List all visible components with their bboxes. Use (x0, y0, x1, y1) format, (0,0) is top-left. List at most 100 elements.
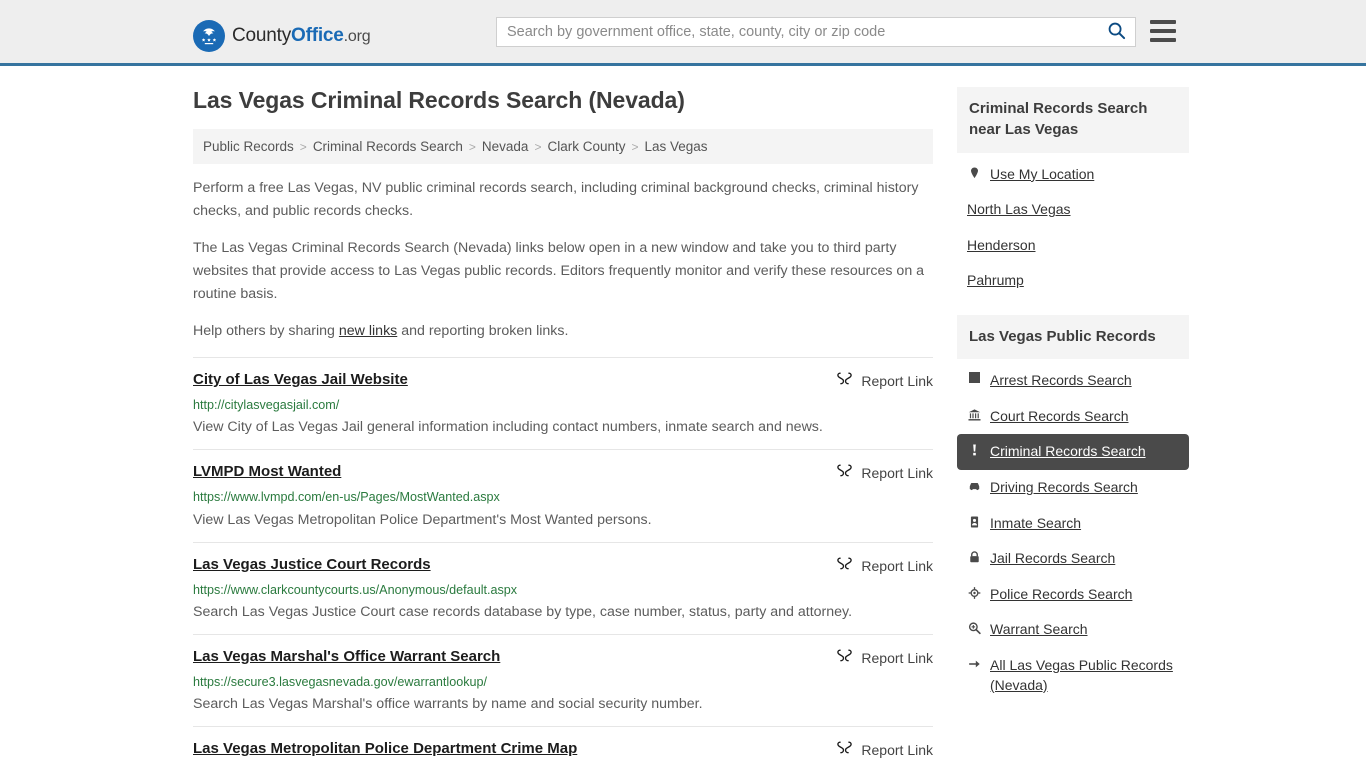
breadcrumb: Public Records > Criminal Records Search > N… (193, 129, 933, 164)
search-zoom-icon (967, 620, 982, 635)
site-header: CountyOffice.org (0, 0, 1366, 66)
result-item: LVMPD Most Wanted Report Link https://www.… (193, 449, 933, 541)
breadcrumb-separator: > (534, 139, 542, 154)
broken-link-icon (836, 647, 853, 669)
breadcrumb-separator: > (299, 139, 307, 154)
records-item-driving-records-search[interactable]: Driving Records Search (957, 470, 1189, 506)
search-bar[interactable] (496, 17, 1136, 47)
nearby-list: Use My Location North Las Vegas Henderson P… (957, 153, 1189, 299)
result-title-link[interactable]: Las Vegas Marshal's Office Warrant Searc… (193, 647, 500, 667)
nearby-searches-panel: Criminal Records Search near Las Vegas U… (957, 87, 1189, 299)
lock-icon (970, 551, 979, 563)
site-logo[interactable]: CountyOffice.org (193, 20, 371, 52)
breadcrumb-item-3[interactable]: Nevada (482, 139, 529, 154)
map-pin-icon (971, 167, 978, 178)
broken-link-icon (836, 739, 853, 761)
breadcrumb-item-2[interactable]: Criminal Records Search (313, 139, 463, 154)
report-link-button[interactable]: Report Link (816, 647, 933, 669)
result-url: https://www.clarkcountycourts.us/Anonymo… (193, 582, 518, 597)
records-item-all-las-vegas-public-records-nevada[interactable]: All Las Vegas Public Records (Nevada) (957, 648, 1189, 703)
logo-part-tld: .org (343, 28, 371, 45)
id-badge-icon (970, 516, 979, 528)
public-records-panel: Las Vegas Public Records Arrest Records … (957, 314, 1189, 703)
search-input[interactable] (497, 18, 1097, 46)
sidebar-item-label: Henderson (967, 236, 1036, 253)
handcuffs-square-icon (969, 372, 980, 384)
search-zoom-icon (968, 622, 981, 635)
nearby-item-use-my-location[interactable]: Use My Location (957, 157, 1189, 193)
result-description: Search Las Vegas Marshal's office warran… (193, 696, 703, 713)
sidebar-item-label: Court Records Search (990, 407, 1129, 424)
records-list: Arrest Records Search Court Records Searc… (957, 359, 1189, 703)
report-link-button[interactable]: Report Link (816, 739, 933, 761)
arrow-right-icon (969, 660, 980, 668)
records-item-arrest-records-search[interactable]: Arrest Records Search (957, 363, 1189, 399)
handcuffs-square-icon (967, 371, 982, 384)
logo-part-county: County (232, 25, 292, 46)
intro-paragraph-3: Help others by sharing new links and rep… (193, 320, 933, 343)
new-links-link[interactable]: new links (339, 323, 397, 339)
breadcrumb-item-1[interactable]: Public Records (203, 139, 294, 154)
broken-link-icon (836, 462, 853, 484)
courthouse-icon (967, 407, 982, 422)
result-description: View Las Vegas Metropolitan Police Depar… (193, 511, 652, 528)
records-panel-title: Las Vegas Public Records (957, 314, 1189, 360)
result-url: https://secure3.lasvegasnevada.gov/ewarr… (193, 675, 488, 690)
search-button[interactable] (1097, 18, 1135, 46)
id-badge-icon (967, 514, 982, 529)
records-item-court-records-search[interactable]: Court Records Search (957, 399, 1189, 435)
report-link-label: Report Link (861, 742, 933, 759)
result-header: City of Las Vegas Jail Website Report Lin… (193, 370, 933, 392)
hamburger-menu-icon[interactable] (1150, 20, 1176, 42)
exclamation-icon (967, 442, 982, 457)
car-icon (967, 478, 982, 493)
sidebar-item-label: Pahrump (967, 272, 1024, 289)
result-item: Las Vegas Metropolitan Police Department… (193, 726, 933, 768)
nearby-item-north-las-vegas[interactable]: North Las Vegas (957, 192, 1189, 228)
report-link-button[interactable]: Report Link (816, 370, 933, 392)
report-link-button[interactable]: Report Link (816, 555, 933, 577)
records-item-criminal-records-search[interactable]: Criminal Records Search (957, 434, 1189, 471)
result-title-link[interactable]: Las Vegas Metropolitan Police Department… (193, 739, 577, 759)
broken-link-icon (837, 372, 853, 385)
records-item-jail-records-search[interactable]: Jail Records Search (957, 541, 1189, 577)
result-title-link[interactable]: LVMPD Most Wanted (193, 462, 341, 482)
broken-link-icon (836, 555, 853, 577)
result-header: LVMPD Most Wanted Report Link (193, 462, 933, 484)
share-text-before: Help others by sharing (193, 323, 339, 339)
breadcrumb-item-5[interactable]: Las Vegas (645, 139, 708, 154)
result-item: City of Las Vegas Jail Website Report Lin… (193, 357, 933, 449)
site-logo-text: CountyOffice.org (232, 25, 371, 47)
sidebar-item-label: Arrest Records Search (990, 372, 1132, 389)
result-header: Las Vegas Metropolitan Police Department… (193, 739, 933, 761)
search-icon (1107, 21, 1126, 43)
page-container: Las Vegas Criminal Records Search (Nevad… (0, 66, 1366, 768)
sidebar-item-label: All Las Vegas Public Records (Nevada) (990, 657, 1173, 693)
records-item-police-records-search[interactable]: Police Records Search (957, 577, 1189, 613)
breadcrumb-separator: > (468, 139, 476, 154)
report-link-label: Report Link (861, 465, 933, 482)
intro-paragraph-2: The Las Vegas Criminal Records Search (N… (193, 240, 925, 302)
nearby-item-henderson[interactable]: Henderson (957, 228, 1189, 264)
broken-link-icon (837, 649, 853, 662)
map-pin-icon (967, 165, 982, 180)
result-title-link[interactable]: City of Las Vegas Jail Website (193, 370, 408, 390)
eagle-shield-icon (193, 20, 225, 52)
broken-link-icon (837, 741, 853, 754)
records-item-inmate-search[interactable]: Inmate Search (957, 506, 1189, 542)
page-title: Las Vegas Criminal Records Search (Nevad… (193, 87, 685, 113)
records-item-warrant-search[interactable]: Warrant Search (957, 612, 1189, 648)
breadcrumb-separator: > (631, 139, 639, 154)
nearby-item-pahrump[interactable]: Pahrump (957, 263, 1189, 299)
logo-part-office: Office (291, 25, 344, 46)
police-badge-icon (967, 585, 982, 600)
result-url: http://citylasvegasjail.com/ (193, 398, 340, 412)
result-title-link[interactable]: Las Vegas Justice Court Records (193, 555, 431, 575)
breadcrumb-item-4[interactable]: Clark County (547, 139, 625, 154)
report-link-button[interactable]: Report Link (816, 462, 933, 484)
sidebar-item-label: North Las Vegas (967, 201, 1071, 218)
report-link-label: Report Link (861, 650, 933, 667)
main-content: Las Vegas Criminal Records Search (Nevad… (193, 87, 933, 768)
hamburger-bar (1150, 29, 1176, 33)
arrow-right-icon (967, 656, 982, 671)
